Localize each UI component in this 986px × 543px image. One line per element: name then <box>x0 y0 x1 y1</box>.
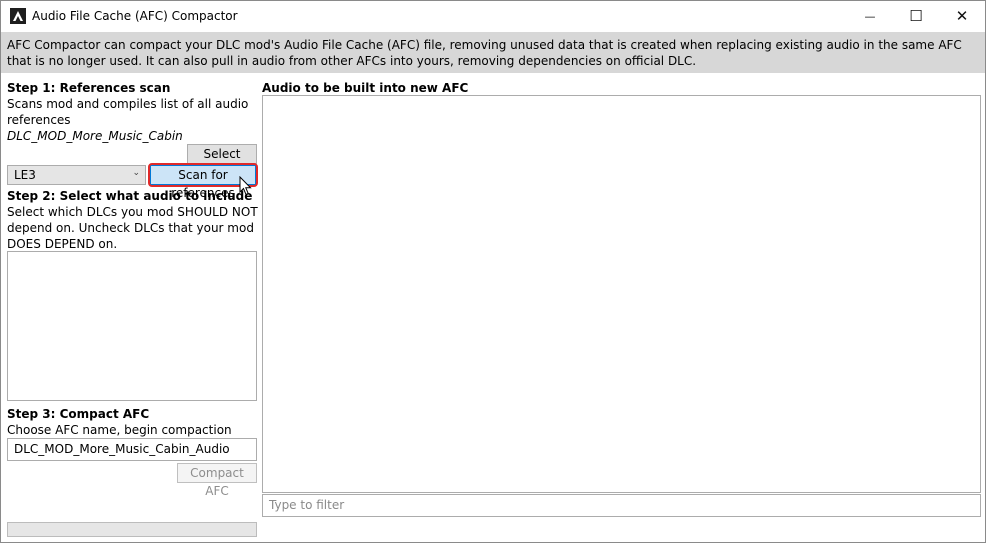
game-select-value: LE3 <box>14 168 36 182</box>
step3-description: Choose AFC name, begin compaction <box>7 423 232 437</box>
audio-list-heading: Audio to be built into new AFC <box>262 81 469 95</box>
step1-description-line1: Scans mod and compiles list of all audio <box>7 97 249 111</box>
minimize-button[interactable]: — <box>847 1 893 31</box>
window-title: Audio File Cache (AFC) Compactor <box>32 9 238 23</box>
minimize-icon: — <box>864 9 876 23</box>
title-bar[interactable]: Audio File Cache (AFC) Compactor — ☐ ✕ <box>1 1 985 31</box>
dlc-list[interactable] <box>7 251 257 401</box>
app-icon <box>10 8 26 24</box>
filter-placeholder: Type to filter <box>269 498 345 512</box>
step2-description-line3: DOES DEPEND on. <box>7 237 118 251</box>
step2-description-line1: Select which DLCs you mod SHOULD NOT <box>7 205 258 219</box>
maximize-icon: ☐ <box>909 7 923 25</box>
mouse-cursor-icon <box>239 175 252 199</box>
audio-list[interactable] <box>262 95 981 493</box>
afc-name-value: DLC_MOD_More_Music_Cabin_Audio <box>14 442 230 456</box>
step1-description-line2: references <box>7 113 71 127</box>
progress-bar <box>7 522 257 537</box>
selected-folder-label: DLC_MOD_More_Music_Cabin <box>7 129 183 143</box>
description-banner: AFC Compactor can compact your DLC mod's… <box>1 32 985 73</box>
maximize-button[interactable]: ☐ <box>893 1 939 31</box>
main-window: Audio File Cache (AFC) Compactor — ☐ ✕ A… <box>0 0 986 543</box>
select-folder-button[interactable]: Select folder <box>187 144 257 179</box>
filter-input[interactable]: Type to filter <box>262 494 981 517</box>
step1-heading: Step 1: References scan <box>7 81 171 95</box>
chevron-down-icon: ⌄ <box>132 168 140 178</box>
close-icon: ✕ <box>955 7 969 25</box>
afc-name-input[interactable]: DLC_MOD_More_Music_Cabin_Audio <box>7 438 257 461</box>
description-text: AFC Compactor can compact your DLC mod's… <box>7 38 962 68</box>
game-select[interactable]: LE3 ⌄ <box>7 165 146 185</box>
step2-description-line2: depend on. Uncheck DLCs that your mod <box>7 221 254 235</box>
step3-heading: Step 3: Compact AFC <box>7 407 150 421</box>
compact-afc-button[interactable]: Compact AFC <box>177 463 257 498</box>
step2-heading: Step 2: Select what audio to include <box>7 189 253 203</box>
close-button[interactable]: ✕ <box>939 1 985 31</box>
